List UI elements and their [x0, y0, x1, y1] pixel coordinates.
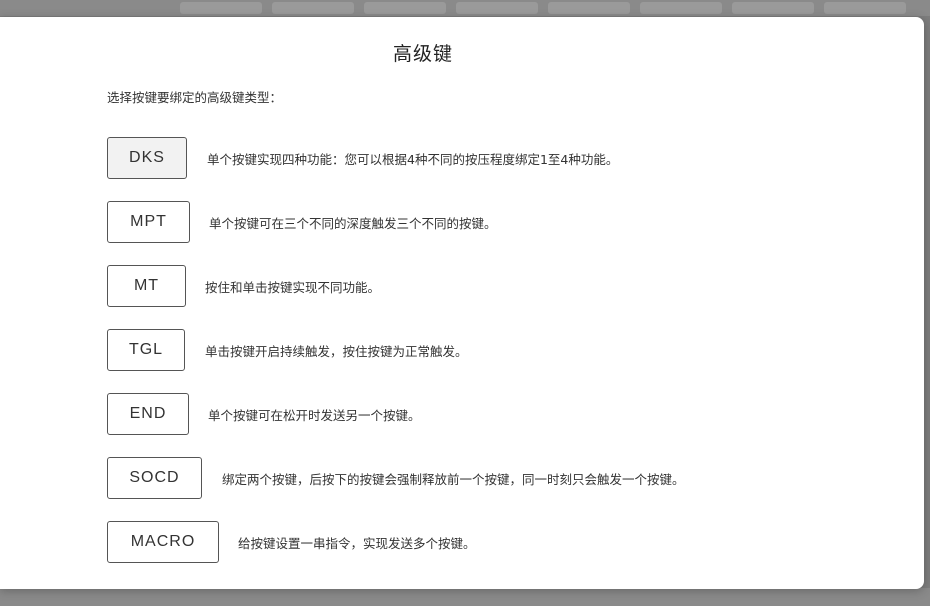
end-button[interactable]: END: [107, 393, 189, 435]
watermark: 小黑盒: [798, 558, 908, 590]
option-row-mt: MT 按住和单击按键实现不同功能。: [107, 264, 380, 308]
dks-description: 单个按键实现四种功能：您可以根据4种不同的按压程度绑定1至4种功能。: [207, 151, 619, 167]
background-key: [180, 2, 262, 14]
tgl-button[interactable]: TGL: [107, 329, 185, 371]
background-key: [732, 2, 814, 14]
mpt-description: 单个按键可在三个不同的深度触发三个不同的按键。: [209, 215, 497, 231]
macro-description: 给按键设置一串指令，实现发送多个按键。: [238, 535, 476, 551]
watermark-text: 小黑盒: [835, 564, 908, 589]
background-key: [272, 2, 354, 14]
socd-description: 绑定两个按键，后按下的按键会强制释放前一个按键，同一时刻只会触发一个按键。: [222, 471, 685, 487]
background-keyboard-top: [0, 0, 930, 16]
mpt-button[interactable]: MPT: [107, 201, 190, 243]
end-description: 单个按键可在松开时发送另一个按键。: [208, 407, 421, 423]
background-key: [824, 2, 906, 14]
background-key: [456, 2, 538, 14]
option-row-mpt: MPT 单个按键可在三个不同的深度触发三个不同的按键。: [107, 200, 497, 244]
dks-button[interactable]: DKS: [107, 137, 187, 179]
background-key: [364, 2, 446, 14]
option-row-tgl: TGL 单击按键开启持续触发，按住按键为正常触发。: [107, 328, 468, 372]
mt-description: 按住和单击按键实现不同功能。: [205, 279, 381, 295]
macro-button[interactable]: MACRO: [107, 521, 219, 563]
option-row-macro: MACRO 给按键设置一串指令，实现发送多个按键。: [107, 520, 476, 564]
background-key: [548, 2, 630, 14]
background-key: [640, 2, 722, 14]
advanced-key-dialog: 高级键 选择按键要绑定的高级键类型： DKS 单个按键实现四种功能：您可以根据4…: [0, 17, 924, 589]
socd-button[interactable]: SOCD: [107, 457, 202, 499]
tgl-description: 单击按键开启持续触发，按住按键为正常触发。: [205, 343, 468, 359]
option-row-end: END 单个按键可在松开时发送另一个按键。: [107, 392, 421, 436]
dialog-description: 选择按键要绑定的高级键类型：: [107, 90, 283, 105]
xiaoheihe-logo-icon: [799, 559, 831, 589]
mt-button[interactable]: MT: [107, 265, 186, 307]
dialog-title: 高级键: [392, 43, 453, 65]
option-row-socd: SOCD 绑定两个按键，后按下的按键会强制释放前一个按键，同一时刻只会触发一个按…: [107, 456, 685, 500]
background-keyboard-bottom: [0, 588, 930, 606]
option-row-dks: DKS 单个按键实现四种功能：您可以根据4种不同的按压程度绑定1至4种功能。: [107, 136, 618, 180]
